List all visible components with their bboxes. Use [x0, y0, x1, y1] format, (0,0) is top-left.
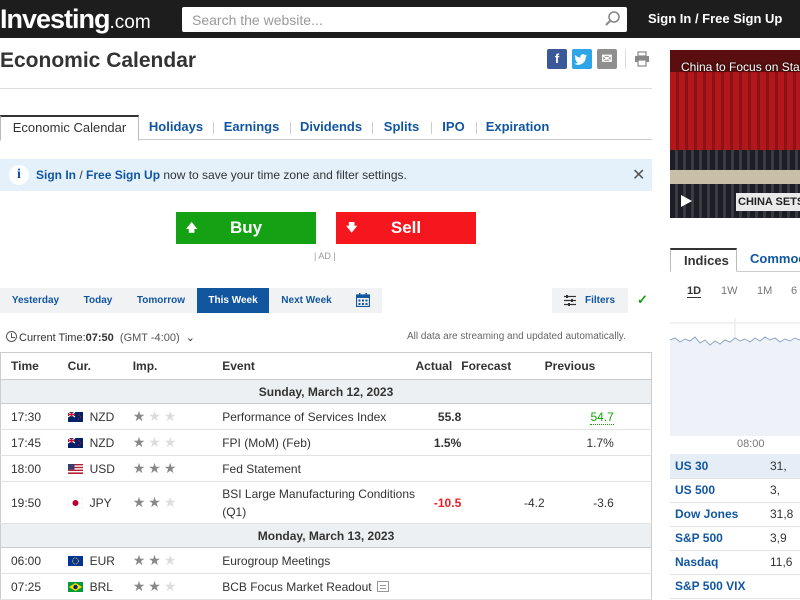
day-header: Monday, March 13, 2023: [0, 523, 652, 548]
japan-flag-icon: [67, 497, 83, 508]
arrow-up-icon: 🡅: [186, 222, 198, 234]
index-row[interactable]: Dow Jones 31,8: [670, 502, 800, 527]
video-title: China to Focus on Stab: [681, 60, 800, 74]
streaming-note: All data are streaming and updated autom…: [407, 331, 626, 342]
chevron-down-icon[interactable]: ⌄: [186, 332, 195, 344]
filter-sliders-icon: [564, 295, 576, 306]
table-row[interactable]: 17:45 NZD ★★★ FPI (MoM) (Feb) 1.5% 1.7%: [0, 429, 652, 456]
arrow-down-icon: 🡇: [346, 222, 358, 234]
index-row[interactable]: US 30 31,: [670, 454, 800, 479]
info-icon: i: [9, 165, 29, 185]
importance-bulls: ★★★: [132, 552, 180, 568]
email-share-icon[interactable]: ✉: [597, 49, 617, 69]
us-flag-icon: [67, 463, 83, 474]
period-1w[interactable]: 1W: [721, 285, 738, 297]
new-zealand-flag-icon: [67, 411, 83, 422]
print-icon[interactable]: [634, 51, 650, 67]
period-6m[interactable]: 6: [791, 285, 797, 297]
importance-bulls: ★★★: [132, 494, 180, 510]
col-forecast: Forecast: [461, 352, 545, 380]
checkmark-icon: ✓: [637, 292, 648, 307]
date-today[interactable]: Today: [71, 288, 125, 313]
tab-indices[interactable]: Indices: [670, 248, 737, 272]
economic-calendar-table: Time Cur. Imp. Event Actual Forecast Pre…: [0, 352, 652, 600]
col-actual: Actual: [415, 352, 462, 380]
date-filter-bar: Yesterday Today Tomorrow This Week Next …: [0, 288, 382, 313]
tab-holidays[interactable]: Holidays: [140, 115, 212, 140]
facebook-share-icon[interactable]: f: [547, 49, 567, 69]
document-icon[interactable]: [376, 580, 389, 592]
tab-splits[interactable]: Splits: [373, 115, 430, 140]
col-event: Event: [222, 352, 416, 380]
index-row[interactable]: S&P 500 VIX: [670, 574, 800, 599]
importance-bulls: ★★★: [132, 408, 180, 424]
date-this-week[interactable]: This Week: [197, 288, 269, 313]
calendar-icon[interactable]: [356, 293, 370, 307]
col-time: Time: [0, 352, 68, 380]
table-row[interactable]: 18:00 USD ★★★ Fed Statement: [0, 455, 652, 482]
share-divider: [625, 49, 626, 69]
brazil-flag-icon: [67, 581, 83, 592]
period-selector: 1D 1W 1M 6: [670, 285, 800, 301]
table-row[interactable]: 07:25 BRL ★★★ BCB Focus Market Readout: [0, 573, 652, 600]
twitter-share-icon[interactable]: [572, 49, 592, 69]
importance-bulls: ★★★: [132, 434, 180, 450]
new-zealand-flag-icon: [67, 437, 83, 448]
period-1d[interactable]: 1D: [687, 285, 702, 298]
notice-signin-link[interactable]: Sign In: [36, 168, 76, 182]
index-row[interactable]: Nasdaq 11,6: [670, 550, 800, 575]
index-row[interactable]: S&P 500 3,9: [670, 526, 800, 551]
table-row[interactable]: 17:30 NZD ★★★ Performance of Services In…: [0, 403, 652, 430]
date-yesterday[interactable]: Yesterday: [0, 288, 71, 313]
search-input[interactable]: [182, 7, 592, 32]
top-bar: Investing.com Sign In / Free Sign Up: [0, 0, 800, 38]
table-row[interactable]: 06:00 EUR ★★★ Eurogroup Meetings: [0, 547, 652, 574]
market-tabs: Indices Commod: [670, 248, 800, 272]
buy-button[interactable]: 🡅 Buy: [176, 212, 316, 244]
filters-button[interactable]: Filters: [552, 288, 628, 313]
search-box[interactable]: [182, 7, 627, 32]
importance-bulls: ★★★: [132, 460, 180, 476]
sell-button[interactable]: 🡇 Sell: [336, 212, 476, 244]
investing-logo[interactable]: Investing.com: [0, 4, 151, 34]
indices-table: US 30 31, US 500 3, Dow Jones 31,8 S&P 500 3…: [670, 454, 800, 599]
tab-commodities[interactable]: Commod: [750, 248, 800, 272]
sign-in-link[interactable]: Sign In / Free Sign Up: [648, 11, 782, 26]
tab-ipo[interactable]: IPO: [432, 115, 475, 140]
index-row[interactable]: US 500 3,: [670, 478, 800, 503]
play-icon[interactable]: [681, 195, 692, 207]
eu-flag-icon: [67, 555, 83, 566]
table-row[interactable]: 19:50 JPY ★★★ BSI Large Manufacturing Co…: [0, 481, 652, 524]
current-time[interactable]: Current Time:07:50 (GMT -4:00) ⌄: [6, 331, 195, 344]
notice-text: Sign In / Free Sign Up now to save your …: [36, 168, 407, 182]
col-currency: Cur.: [67, 352, 133, 380]
divider: [0, 88, 652, 89]
date-next-week[interactable]: Next Week: [269, 288, 344, 313]
date-tomorrow[interactable]: Tomorrow: [125, 288, 197, 313]
signin-notice: i Sign In / Free Sign Up now to save you…: [0, 159, 652, 191]
tab-economic-calendar[interactable]: Economic Calendar: [0, 115, 139, 141]
calendar-tabs: Economic Calendar Holidays Earnings Divi…: [0, 115, 652, 141]
day-header: Sunday, March 12, 2023: [0, 379, 652, 404]
page-title: Economic Calendar: [0, 49, 197, 72]
period-1m[interactable]: 1M: [757, 285, 772, 297]
index-sparkline: [670, 318, 800, 436]
tab-expiration[interactable]: Expiration: [477, 115, 558, 140]
importance-bulls: ★★★: [132, 578, 180, 594]
col-importance: Imp.: [132, 352, 223, 380]
search-icon[interactable]: [604, 10, 622, 28]
chart-time-label: 08:00: [737, 438, 765, 450]
clock-icon: [6, 331, 17, 342]
col-spacer: [613, 352, 652, 380]
col-previous: Previous: [544, 352, 614, 380]
ad-label: | AD |: [314, 251, 336, 261]
table-header-row: Time Cur. Imp. Event Actual Forecast Pre…: [0, 352, 652, 380]
tab-dividends[interactable]: Dividends: [291, 115, 371, 140]
notice-signup-link[interactable]: Free Sign Up: [86, 168, 160, 182]
close-icon[interactable]: ✕: [632, 165, 645, 185]
tab-earnings[interactable]: Earnings: [214, 115, 289, 140]
video-chyron: CHINA SETS: [736, 193, 800, 211]
video-thumbnail[interactable]: China to Focus on Stab CHINA SETS: [670, 50, 800, 218]
